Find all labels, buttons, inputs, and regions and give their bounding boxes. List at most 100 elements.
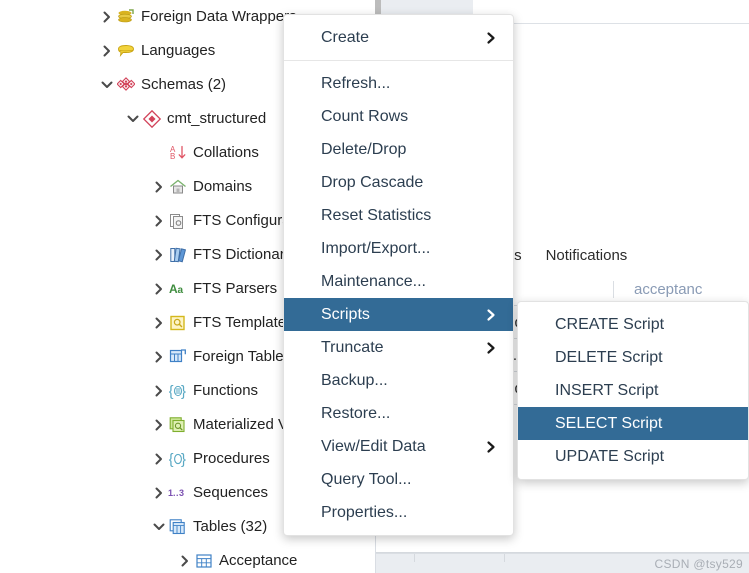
tree-item-label: Acceptance	[219, 552, 298, 569]
tree-item-label: Functions	[193, 382, 259, 399]
menu-item-label: Scripts	[321, 305, 370, 323]
svg-text:{: {	[169, 383, 174, 400]
language-icon	[116, 41, 136, 61]
fts-configuration-icon	[168, 211, 188, 231]
function-icon: { }	[168, 381, 188, 401]
submenu-item-select-script[interactable]: SELECT Script	[518, 407, 748, 440]
chevron-right-icon[interactable]	[100, 0, 114, 34]
tree-item-label: FTS Templates	[193, 314, 294, 331]
menu-item-delete-drop[interactable]: Delete/Drop	[284, 133, 513, 166]
tables-icon	[168, 517, 188, 537]
domain-icon	[168, 177, 188, 197]
submenu-item-update-script[interactable]: UPDATE Script	[518, 440, 748, 473]
chevron-right-icon[interactable]	[152, 476, 166, 510]
schemas-icon	[116, 75, 136, 95]
chevron-down-icon[interactable]	[126, 102, 140, 136]
chevron-right-icon	[486, 308, 496, 321]
submenu-item-insert-script[interactable]: INSERT Script	[518, 374, 748, 407]
chevron-right-icon	[486, 341, 496, 354]
foreign-data-wrapper-icon	[116, 7, 136, 27]
chevron-right-icon[interactable]	[152, 204, 166, 238]
grid-bottom-strip	[376, 541, 749, 553]
menu-item-label: Refresh...	[321, 74, 391, 92]
footer-column-divider	[414, 554, 415, 562]
chevron-right-icon[interactable]	[178, 544, 192, 573]
menu-item-properties[interactable]: Properties...	[284, 496, 513, 529]
fts-dictionary-icon	[168, 245, 188, 265]
menu-item-maintenance[interactable]: Maintenance...	[284, 265, 513, 298]
foreign-table-icon	[168, 347, 188, 367]
submenu-item-label: DELETE Script	[555, 348, 663, 366]
tree-item-acceptance[interactable]: Acceptance	[0, 544, 375, 573]
materialized-view-icon	[168, 415, 188, 435]
menu-item-create[interactable]: Create	[284, 21, 513, 54]
menu-item-reset-statistics[interactable]: Reset Statistics	[284, 199, 513, 232]
menu-item-label: Maintenance...	[321, 272, 426, 290]
menu-item-truncate[interactable]: Truncate	[284, 331, 513, 364]
menu-item-label: Drop Cascade	[321, 173, 424, 191]
scripts-submenu: CREATE Script DELETE Script INSERT Scrip…	[517, 301, 749, 480]
tree-item-label: Foreign Tables	[193, 348, 292, 365]
chevron-right-icon	[486, 31, 496, 44]
menu-item-label: Properties...	[321, 503, 408, 521]
menu-item-label: View/Edit Data	[321, 437, 426, 455]
menu-item-backup[interactable]: Backup...	[284, 364, 513, 397]
chevron-right-icon[interactable]	[152, 408, 166, 442]
schema-icon	[142, 109, 162, 129]
pgadmin-window: Explain Messages Notifications siteURL a…	[0, 0, 749, 573]
tree-item-label: Foreign Data Wrappers	[141, 8, 297, 25]
svg-text:a: a	[178, 285, 184, 296]
chevron-right-icon[interactable]	[152, 170, 166, 204]
chevron-right-icon[interactable]	[100, 34, 114, 68]
menu-item-import-export[interactable]: Import/Export...	[284, 232, 513, 265]
menu-item-count-rows[interactable]: Count Rows	[284, 100, 513, 133]
svg-text:3: 3	[179, 488, 184, 498]
menu-item-refresh[interactable]: Refresh...	[284, 67, 513, 100]
grid-header-acceptance[interactable]: acceptanc	[613, 280, 749, 298]
submenu-item-label: SELECT Script	[555, 414, 663, 432]
menu-item-drop-cascade[interactable]: Drop Cascade	[284, 166, 513, 199]
menu-item-query-tool[interactable]: Query Tool...	[284, 463, 513, 496]
menu-item-label: Delete/Drop	[321, 140, 407, 158]
tree-item-label: Sequences	[193, 484, 269, 501]
tree-item-label: Collations	[193, 144, 259, 161]
menu-item-label: Truncate	[321, 338, 384, 356]
svg-text:{: {	[169, 451, 174, 468]
submenu-item-create-script[interactable]: CREATE Script	[518, 308, 748, 341]
footer-column-divider	[504, 554, 505, 562]
submenu-item-delete-script[interactable]: DELETE Script	[518, 341, 748, 374]
context-menu: Create Refresh... Count Rows Delete/Drop…	[283, 14, 514, 536]
chevron-right-icon[interactable]	[152, 306, 166, 340]
menu-item-label: Import/Export...	[321, 239, 431, 257]
submenu-item-label: UPDATE Script	[555, 447, 665, 465]
submenu-item-label: INSERT Script	[555, 381, 659, 399]
tab-notifications[interactable]: Notifications	[534, 239, 640, 273]
chevron-down-icon[interactable]	[100, 68, 114, 102]
tree-item-label: cmt_structured	[167, 110, 267, 127]
no-twisty	[152, 136, 166, 170]
chevron-right-icon[interactable]	[152, 238, 166, 272]
procedure-icon: { }	[168, 449, 188, 469]
menu-item-restore[interactable]: Restore...	[284, 397, 513, 430]
submenu-item-label: CREATE Script	[555, 315, 665, 333]
chevron-right-icon[interactable]	[152, 442, 166, 476]
chevron-down-icon[interactable]	[152, 510, 166, 544]
table-icon	[194, 551, 214, 571]
menu-item-label: Count Rows	[321, 107, 409, 125]
menu-item-label: Create	[321, 28, 370, 46]
watermark: CSDN @tsy529	[654, 557, 743, 571]
chevron-right-icon[interactable]	[152, 340, 166, 374]
tree-item-label: FTS Parsers	[193, 280, 278, 297]
tree-item-label: Procedures	[193, 450, 270, 467]
chevron-right-icon[interactable]	[152, 374, 166, 408]
svg-text:B: B	[170, 152, 175, 161]
menu-item-view-edit-data[interactable]: View/Edit Data	[284, 430, 513, 463]
collation-icon: A B	[168, 143, 188, 163]
menu-item-label: Query Tool...	[321, 470, 412, 488]
menu-item-scripts[interactable]: Scripts	[284, 298, 513, 331]
tree-item-label: Tables (32)	[193, 518, 268, 535]
tree-item-label: Schemas (2)	[141, 76, 227, 93]
sequence-icon: 1 . . 3	[168, 483, 188, 503]
chevron-right-icon[interactable]	[152, 272, 166, 306]
tree-item-label: Languages	[141, 42, 216, 59]
